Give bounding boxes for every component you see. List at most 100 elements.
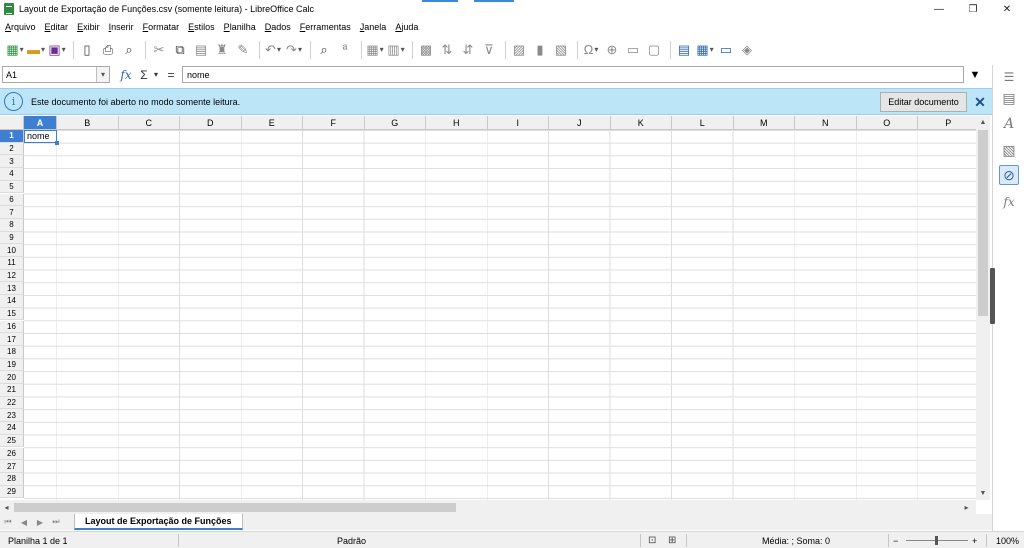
menu-formatar[interactable]: Formatar: [143, 22, 180, 32]
chevron-down-icon[interactable]: ▾: [152, 66, 160, 83]
close-window-button[interactable]: ✕: [990, 0, 1024, 18]
row-header-20[interactable]: 20: [0, 371, 24, 384]
zoom-slider-knob[interactable]: [935, 536, 938, 545]
scroll-up-icon[interactable]: ▲: [976, 116, 990, 129]
menu-dados[interactable]: Dados: [265, 22, 291, 32]
styles-icon[interactable]: A: [999, 114, 1019, 134]
column-header-n[interactable]: N: [795, 116, 857, 130]
zoom-in-button[interactable]: +: [972, 534, 977, 547]
save-icon[interactable]: ▣: [48, 41, 66, 59]
hyperlink-icon[interactable]: ⊕: [603, 41, 621, 59]
row-header-5[interactable]: 5: [0, 180, 24, 194]
autofilter-icon[interactable]: ⊽: [480, 41, 498, 59]
find-replace-icon[interactable]: ⌕: [315, 41, 333, 59]
row-header-4[interactable]: 4: [0, 168, 24, 181]
horizontal-scrollbar[interactable]: ◂ ▸: [0, 500, 976, 514]
row-header-23[interactable]: 23: [0, 409, 24, 423]
last-sheet-icon[interactable]: ⏭: [48, 515, 64, 529]
expand-formula-bar-icon[interactable]: ▼: [966, 66, 984, 83]
close-icon[interactable]: ✕: [971, 92, 989, 112]
vertical-scrollbar[interactable]: ▲ ▼: [976, 116, 990, 500]
previous-sheet-icon[interactable]: ◀: [16, 515, 32, 529]
pivot-table-icon[interactable]: ▧: [552, 41, 570, 59]
scroll-down-icon[interactable]: ▼: [976, 487, 990, 500]
column-header-j[interactable]: J: [549, 116, 611, 130]
menu-inserir[interactable]: Inserir: [109, 22, 134, 32]
zoom-out-button[interactable]: −: [893, 534, 898, 547]
cell-area[interactable]: [24, 130, 976, 500]
autofill-handle[interactable]: [55, 141, 59, 145]
column-header-h[interactable]: H: [426, 116, 488, 130]
sort-ascending-icon[interactable]: ⇅: [438, 41, 456, 59]
function-wizard-icon[interactable]: fx: [118, 66, 134, 83]
column-header-o[interactable]: O: [856, 116, 918, 130]
column-header-f[interactable]: F: [303, 116, 365, 130]
cut-icon[interactable]: ✂: [150, 41, 168, 59]
sum-icon[interactable]: Σ: [137, 66, 151, 83]
spelling-icon[interactable]: ª: [336, 41, 354, 59]
row-header-27[interactable]: 27: [0, 460, 24, 473]
redo-icon[interactable]: ↷: [285, 41, 303, 59]
show-draw-functions-icon[interactable]: ◈: [738, 41, 756, 59]
export-pdf-icon[interactable]: ▯: [78, 41, 96, 59]
horizontal-scroll-thumb[interactable]: [14, 503, 456, 512]
row-header-13[interactable]: 13: [0, 282, 24, 296]
row-header-16[interactable]: 16: [0, 320, 24, 334]
navigator-icon[interactable]: ⊘: [999, 165, 1019, 185]
row-header-18[interactable]: 18: [0, 345, 24, 359]
column-header-d[interactable]: D: [180, 116, 242, 130]
page-style[interactable]: Padrão: [337, 534, 366, 547]
freeze-rows-columns-icon[interactable]: ▦: [696, 41, 714, 59]
row-header-7[interactable]: 7: [0, 206, 24, 219]
paste-icon[interactable]: ▤: [192, 41, 210, 59]
selection-mode-icon[interactable]: ⊡: [648, 534, 656, 547]
column-icon[interactable]: ▥: [387, 41, 405, 59]
merge-cells-icon[interactable]: ▩: [417, 41, 435, 59]
column-header-k[interactable]: K: [610, 116, 672, 130]
row-header-28[interactable]: 28: [0, 472, 24, 486]
row-header-10[interactable]: 10: [0, 244, 24, 257]
row-icon[interactable]: ▦: [366, 41, 384, 59]
next-sheet-icon[interactable]: ▶: [32, 515, 48, 529]
sort-descending-icon[interactable]: ⇵: [459, 41, 477, 59]
undo-icon[interactable]: ↶: [264, 41, 282, 59]
define-print-area-icon[interactable]: ▤: [675, 41, 693, 59]
clone-formatting-icon[interactable]: ♜: [213, 41, 231, 59]
row-header-26[interactable]: 26: [0, 447, 24, 461]
select-all-corner[interactable]: [0, 116, 24, 130]
zoom-slider[interactable]: [906, 536, 968, 545]
chevron-down-icon[interactable]: ▾: [96, 67, 109, 82]
row-header-14[interactable]: 14: [0, 295, 24, 308]
restore-button[interactable]: ❐: [956, 0, 990, 18]
formula-equals-icon[interactable]: =: [164, 66, 178, 83]
column-header-l[interactable]: L: [672, 116, 734, 130]
minimize-button[interactable]: —: [922, 0, 956, 18]
cell-a1[interactable]: nome: [24, 130, 59, 145]
row-header-1[interactable]: 1: [0, 130, 24, 143]
insert-image-icon[interactable]: ▨: [510, 41, 528, 59]
row-header-3[interactable]: 3: [0, 155, 24, 169]
vertical-scroll-thumb[interactable]: [978, 130, 988, 316]
print-icon[interactable]: ⎙: [99, 41, 117, 59]
row-header-25[interactable]: 25: [0, 434, 24, 448]
scroll-right-icon[interactable]: ▸: [960, 500, 973, 514]
row-header-19[interactable]: 19: [0, 358, 24, 372]
column-header-m[interactable]: M: [733, 116, 795, 130]
row-header-21[interactable]: 21: [0, 384, 24, 397]
sidebar-resize-grip[interactable]: [990, 268, 995, 324]
row-header-15[interactable]: 15: [0, 307, 24, 321]
properties-icon[interactable]: ▤: [999, 88, 1019, 108]
menu-editar[interactable]: Editar: [45, 22, 69, 32]
new-spreadsheet-icon[interactable]: ▦: [6, 41, 24, 59]
row-header-12[interactable]: 12: [0, 269, 24, 283]
comment-icon[interactable]: ▭: [624, 41, 642, 59]
column-header-c[interactable]: C: [118, 116, 180, 130]
column-header-g[interactable]: G: [364, 116, 426, 130]
open-folder-icon[interactable]: ▬: [27, 41, 45, 59]
edit-document-button[interactable]: Editar documento: [880, 92, 967, 112]
menu-planilha[interactable]: Planilha: [224, 22, 256, 32]
headers-footers-icon[interactable]: ▢: [645, 41, 663, 59]
row-header-11[interactable]: 11: [0, 257, 24, 270]
insert-chart-icon[interactable]: ▮: [531, 41, 549, 59]
menu-ajuda[interactable]: Ajuda: [395, 22, 418, 32]
